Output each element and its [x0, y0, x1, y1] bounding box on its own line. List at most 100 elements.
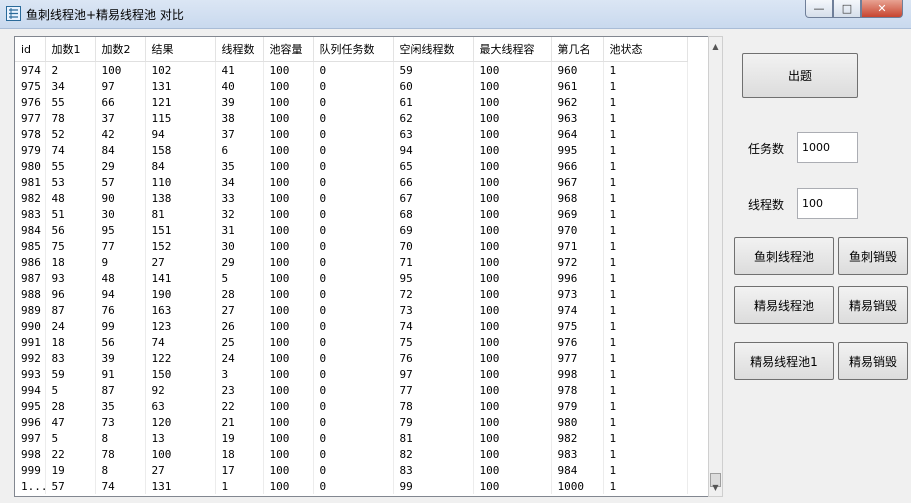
- column-header[interactable]: id: [15, 37, 46, 62]
- table-cell: 63: [145, 398, 216, 414]
- table-vertical-scrollbar[interactable]: ▲ ▼: [708, 36, 723, 497]
- column-header[interactable]: 最大线程容: [473, 37, 552, 62]
- table-cell: 0: [313, 270, 394, 286]
- table-cell: 100: [263, 302, 314, 318]
- table-cell: 83: [45, 350, 96, 366]
- table-row[interactable]: 995 28 35 63 22 100 0 78 100 979 1: [15, 398, 688, 414]
- jingyi-destroy-button[interactable]: 精易销毁: [838, 286, 908, 324]
- table-cell: 1: [603, 190, 688, 206]
- table-row[interactable]: 982 48 90 138 33 100 0 67 100 968 1: [15, 190, 688, 206]
- scroll-down-icon[interactable]: ▼: [709, 480, 722, 494]
- jingyi-pool-button[interactable]: 精易线程池: [734, 286, 834, 324]
- table-row[interactable]: 989 87 76 163 27 100 0 73 100 974 1: [15, 302, 688, 318]
- table-cell: 66: [95, 94, 146, 110]
- app-icon: [6, 6, 21, 21]
- table-cell: 1: [603, 270, 688, 286]
- jingyi-destroy2-button[interactable]: 精易销毁: [838, 342, 908, 380]
- result-table[interactable]: id 加数1 加数2 结果 线程数 池容量 队列任务数 空闲线程数 最大线程容 第几名 池状态 97…: [14, 36, 710, 497]
- table-cell: 48: [45, 190, 96, 206]
- table-row[interactable]: 992 83 39 122 24 100 0 76 100 977 1: [15, 350, 688, 366]
- minimize-icon[interactable]: —: [805, 0, 833, 18]
- table-cell: 983: [551, 446, 604, 462]
- table-cell: 994: [15, 382, 46, 398]
- table-cell: 0: [313, 158, 394, 174]
- table-row[interactable]: 990 24 99 123 26 100 0 74 100 975 1: [15, 318, 688, 334]
- maximize-icon[interactable]: □: [833, 0, 861, 18]
- table-cell: 60: [393, 78, 474, 94]
- table-cell: 975: [551, 318, 604, 334]
- table-row[interactable]: 977 78 37 115 38 100 0 62 100 963 1: [15, 110, 688, 126]
- table-row[interactable]: 986 18 9 27 29 100 0 71 100 972 1: [15, 254, 688, 270]
- table-cell: 100: [263, 78, 314, 94]
- table-row[interactable]: 991 18 56 74 25 100 0 75 100 976 1: [15, 334, 688, 350]
- table-row[interactable]: 976 55 66 121 39 100 0 61 100 962 1: [15, 94, 688, 110]
- generate-button[interactable]: 出题: [742, 53, 858, 98]
- table-row[interactable]: 980 55 29 84 35 100 0 65 100 966 1: [15, 158, 688, 174]
- table-row[interactable]: 996 47 73 120 21 100 0 79 100 980 1: [15, 414, 688, 430]
- jingyi-pool1-button[interactable]: 精易线程池1: [734, 342, 834, 380]
- task-count-input[interactable]: [797, 132, 858, 163]
- close-icon[interactable]: ✕: [861, 0, 903, 18]
- table-cell: 100: [263, 398, 314, 414]
- table-cell: 100: [473, 222, 552, 238]
- table-row[interactable]: 974 2 100 102 41 100 0 59 100 960 1: [15, 61, 688, 78]
- table-cell: 100: [263, 286, 314, 302]
- table-row[interactable]: 984 56 95 151 31 100 0 69 100 970 1: [15, 222, 688, 238]
- table-row[interactable]: 999 19 8 27 17 100 0 83 100 984 1: [15, 462, 688, 478]
- column-header[interactable]: 加数2: [95, 37, 146, 62]
- table-cell: 100: [473, 126, 552, 142]
- table-row[interactable]: 1... 57 74 131 1 100 0 99 100 1000 1: [15, 478, 688, 494]
- column-header[interactable]: 结果: [145, 37, 216, 62]
- table-row[interactable]: 983 51 30 81 32 100 0 68 100 969 1: [15, 206, 688, 222]
- table-row[interactable]: 994 5 87 92 23 100 0 77 100 978 1: [15, 382, 688, 398]
- table-cell: 9: [95, 254, 146, 270]
- table-cell: 0: [313, 414, 394, 430]
- table-row[interactable]: 975 34 97 131 40 100 0 60 100 961 1: [15, 78, 688, 94]
- table-cell: 33: [215, 190, 264, 206]
- table-cell: 99: [95, 318, 146, 334]
- table-cell: 72: [393, 286, 474, 302]
- table-cell: 94: [95, 286, 146, 302]
- table-cell: 65: [393, 158, 474, 174]
- table-cell: 59: [393, 61, 474, 78]
- table-row[interactable]: 978 52 42 94 37 100 0 63 100 964 1: [15, 126, 688, 142]
- table-cell: 73: [95, 414, 146, 430]
- table-row[interactable]: 993 59 91 150 3 100 0 97 100 998 1: [15, 366, 688, 382]
- thread-count-input[interactable]: [797, 188, 858, 219]
- table-row[interactable]: 979 74 84 158 6 100 0 94 100 995 1: [15, 142, 688, 158]
- column-header[interactable]: 池容量: [263, 37, 314, 62]
- table-cell: 963: [551, 110, 604, 126]
- table-cell: 100: [473, 414, 552, 430]
- table-row[interactable]: 988 96 94 190 28 100 0 72 100 973 1: [15, 286, 688, 302]
- column-header[interactable]: 池状态: [603, 37, 688, 62]
- table-cell: 100: [473, 270, 552, 286]
- table-row[interactable]: 985 75 77 152 30 100 0 70 100 971 1: [15, 238, 688, 254]
- fish-destroy-button[interactable]: 鱼刺销毁: [838, 237, 908, 275]
- column-header[interactable]: 空闲线程数: [393, 37, 474, 62]
- column-header[interactable]: 第几名: [551, 37, 604, 62]
- column-header[interactable]: 线程数: [215, 37, 264, 62]
- table-cell: 66: [393, 174, 474, 190]
- column-header[interactable]: 队列任务数: [313, 37, 394, 62]
- table-row[interactable]: 998 22 78 100 18 100 0 82 100 983 1: [15, 446, 688, 462]
- table-row[interactable]: 981 53 57 110 34 100 0 66 100 967 1: [15, 174, 688, 190]
- table-cell: 97: [95, 78, 146, 94]
- table-cell: 8: [95, 462, 146, 478]
- table-row[interactable]: 987 93 48 141 5 100 0 95 100 996 1: [15, 270, 688, 286]
- table-cell: 100: [473, 78, 552, 94]
- column-header[interactable]: 加数1: [45, 37, 96, 62]
- table-cell: 0: [313, 478, 394, 494]
- table-cell: 998: [15, 446, 46, 462]
- table-cell: 1: [603, 286, 688, 302]
- table-cell: 97: [393, 366, 474, 382]
- table-row[interactable]: 997 5 8 13 19 100 0 81 100 982 1: [15, 430, 688, 446]
- table-cell: 990: [15, 318, 46, 334]
- table-cell: 100: [263, 350, 314, 366]
- scroll-up-icon[interactable]: ▲: [709, 39, 722, 53]
- table-cell: 71: [393, 254, 474, 270]
- fish-pool-button[interactable]: 鱼刺线程池: [734, 237, 834, 275]
- table-cell: 69: [393, 222, 474, 238]
- table-cell: 53: [45, 174, 96, 190]
- table-cell: 55: [45, 94, 96, 110]
- table-cell: 77: [95, 238, 146, 254]
